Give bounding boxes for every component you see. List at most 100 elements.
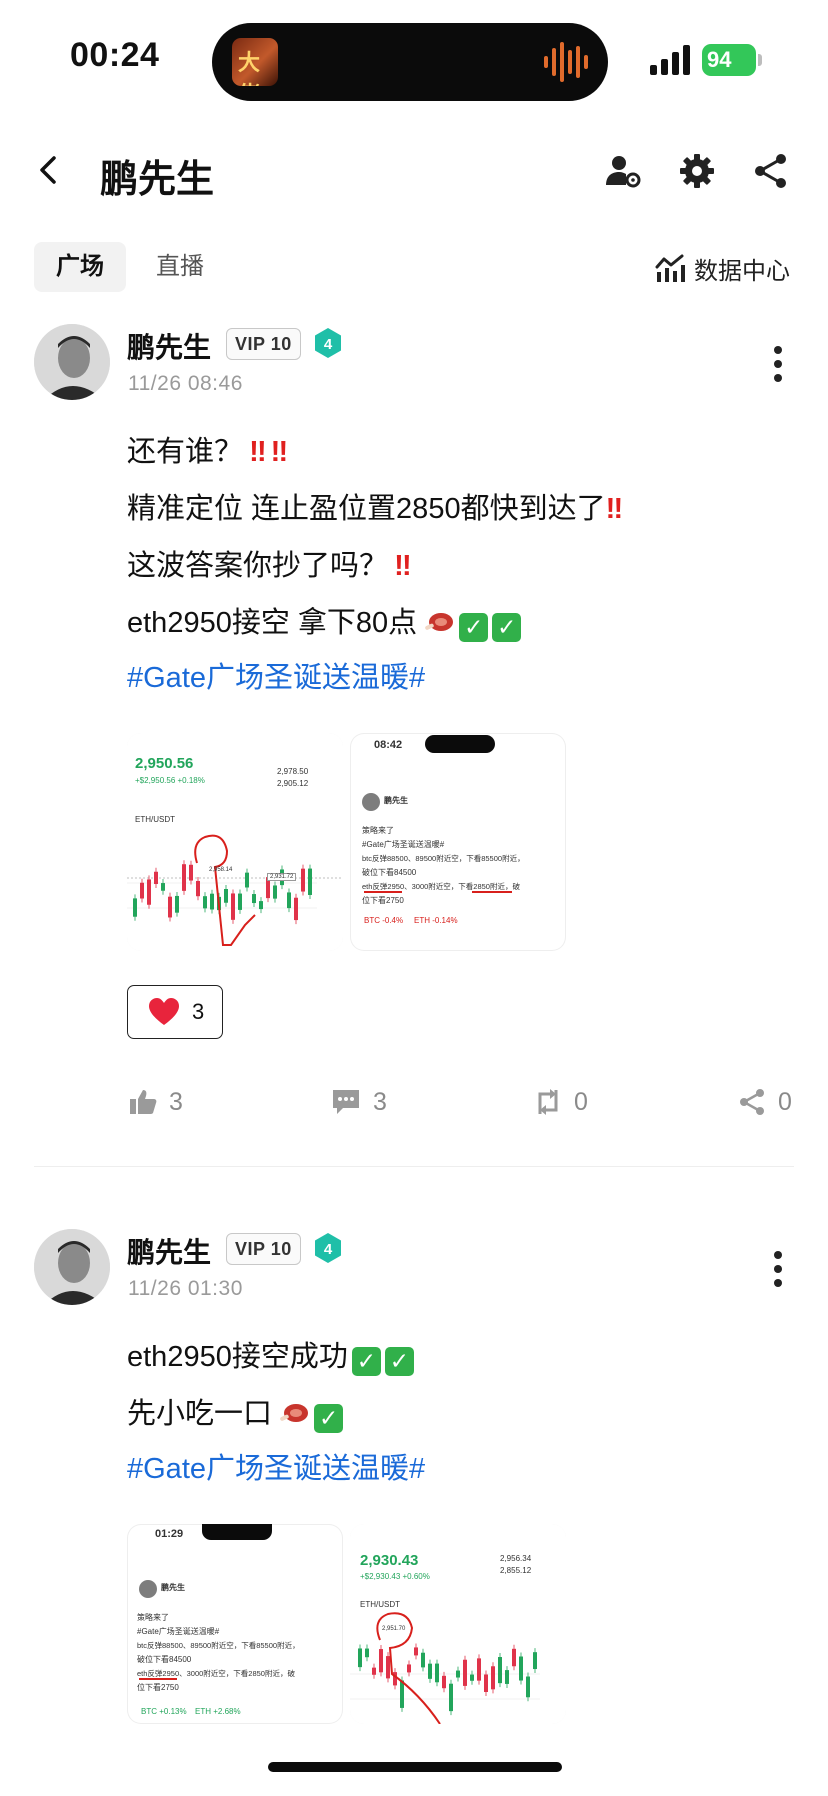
- check-icon: ✓: [492, 613, 522, 642]
- candle-body: [414, 1647, 418, 1656]
- battery-tip: [758, 54, 762, 66]
- tab-square[interactable]: 广场: [34, 242, 126, 292]
- hashtag-link[interactable]: #Gate广场圣诞送温暖#: [127, 654, 425, 696]
- author-name[interactable]: 鹏先生: [127, 326, 211, 366]
- candle-body: [273, 885, 277, 899]
- candle-body: [168, 896, 172, 918]
- candle-body: [224, 888, 228, 903]
- candle-body: [421, 1652, 425, 1668]
- candle-body: [358, 1648, 362, 1668]
- candle-body: [442, 1675, 446, 1689]
- comment-icon: [333, 1090, 359, 1114]
- candle-body: [505, 1670, 509, 1684]
- more-options-icon[interactable]: [771, 1249, 785, 1289]
- candle-body: [231, 893, 235, 920]
- cellular-signal-icon: [650, 45, 690, 75]
- candle-body: [245, 872, 249, 888]
- vip-badge: VIP 10: [226, 328, 301, 360]
- candle-body: [470, 1674, 474, 1681]
- candle-body: [526, 1676, 530, 1698]
- candle-body: [301, 868, 305, 892]
- post-line: 还有谁？ ‼ ‼: [127, 436, 288, 468]
- reaction-chip[interactable]: 3: [127, 985, 223, 1039]
- vip-badge: VIP 10: [226, 1233, 301, 1265]
- more-options-icon[interactable]: [771, 344, 785, 384]
- candle-body: [435, 1663, 439, 1683]
- candle-body: [238, 893, 242, 910]
- now-playing-artwork[interactable]: 大佬: [232, 38, 278, 86]
- author-name[interactable]: 鹏先生: [127, 1231, 211, 1271]
- page-title: 鹏先生: [100, 159, 215, 201]
- post-divider: [34, 1166, 794, 1167]
- candle-body: [519, 1656, 523, 1681]
- chart-icon: [655, 254, 685, 282]
- share-icon: [740, 1089, 764, 1115]
- candle-body: [252, 894, 256, 904]
- candle-body: [533, 1652, 537, 1670]
- svg-text:4: 4: [324, 336, 333, 353]
- candle-body: [456, 1670, 460, 1678]
- candle-body: [386, 1656, 390, 1679]
- svg-text:4: 4: [324, 1241, 333, 1258]
- candle-body: [449, 1683, 453, 1712]
- double-exclamation-icon: ‼: [605, 493, 623, 525]
- candle-body: [365, 1648, 369, 1658]
- reaction-count: 3: [192, 999, 205, 1024]
- candle-body: [477, 1658, 481, 1681]
- post-time: 11/26 08:46: [128, 372, 243, 395]
- level-badge: 4: [313, 327, 343, 359]
- meat-icon: [280, 1404, 309, 1422]
- post-line: 精准定位 连止盈位置2850都快到达了‼: [127, 493, 623, 525]
- data-center-link[interactable]: 数据中心: [654, 246, 790, 290]
- meat-icon: [425, 613, 454, 631]
- repost-button[interactable]: 0: [534, 1082, 588, 1122]
- candle-body: [210, 893, 214, 910]
- post-line: 这波答案你抄了吗？ ‼: [127, 550, 412, 582]
- candle-body: [498, 1657, 502, 1684]
- check-icon: ✓: [314, 1404, 344, 1433]
- tab-live[interactable]: 直播: [156, 242, 204, 292]
- home-indicator: [268, 1762, 562, 1772]
- candle-body: [203, 896, 207, 909]
- heart-icon: [149, 998, 179, 1025]
- candle-body: [287, 892, 291, 909]
- post-line: eth2950接空成功 ✓ ✓: [127, 1333, 414, 1376]
- post-image-screenshot[interactable]: 01:29 鹏先生 策略来了 #Gate广场圣诞送温暖# btc反弹88500、…: [127, 1524, 343, 1724]
- hashtag-link[interactable]: #Gate广场圣诞送温暖#: [127, 1445, 425, 1487]
- like-button[interactable]: 3: [129, 1082, 183, 1122]
- avatar[interactable]: [34, 1229, 110, 1305]
- candle-body: [407, 1664, 411, 1673]
- candle-body: [428, 1663, 432, 1679]
- candle-body: [259, 901, 263, 910]
- post-image-screenshot[interactable]: 08:42 鹏先生 策略来了 #Gate广场圣诞送温暖# btc反弹88500、…: [350, 733, 566, 951]
- candle-body: [491, 1666, 495, 1690]
- candle-body: [196, 880, 200, 897]
- gear-icon[interactable]: [678, 152, 716, 190]
- candle-body: [484, 1674, 488, 1692]
- candle-body: [182, 864, 186, 891]
- double-exclamation-icon: ‼: [388, 550, 411, 582]
- candle-body: [372, 1667, 376, 1675]
- comment-button[interactable]: 3: [331, 1082, 387, 1122]
- post-time: 11/26 01:30: [128, 1277, 243, 1300]
- double-exclamation-icon: ‼ ‼: [243, 436, 288, 468]
- user-settings-icon[interactable]: [604, 152, 642, 190]
- candle-body: [189, 864, 193, 881]
- share-button[interactable]: 0: [738, 1082, 792, 1122]
- share-icon[interactable]: [752, 152, 790, 190]
- candle-body: [512, 1648, 516, 1667]
- audio-wave-icon: [544, 42, 588, 82]
- thumbs-up-icon: [130, 1090, 157, 1114]
- post-image-chart[interactable]: 2,930.43 +$2,930.43 +0.60% 2,956.34 2,85…: [350, 1524, 566, 1724]
- battery-icon: 94: [702, 44, 756, 76]
- candle-body: [400, 1680, 404, 1708]
- data-center-label: 数据中心: [694, 257, 790, 285]
- post-image-chart[interactable]: 2,950.56 +$2,950.56 +0.18% 2,978.50 2,90…: [127, 733, 343, 951]
- avatar[interactable]: [34, 324, 110, 400]
- check-icon: ✓: [384, 1347, 414, 1376]
- candle-body: [154, 871, 158, 885]
- candle-body: [140, 882, 144, 899]
- back-arrow-icon[interactable]: [34, 150, 64, 190]
- level-badge: 4: [313, 1232, 343, 1264]
- check-icon: ✓: [351, 1347, 381, 1376]
